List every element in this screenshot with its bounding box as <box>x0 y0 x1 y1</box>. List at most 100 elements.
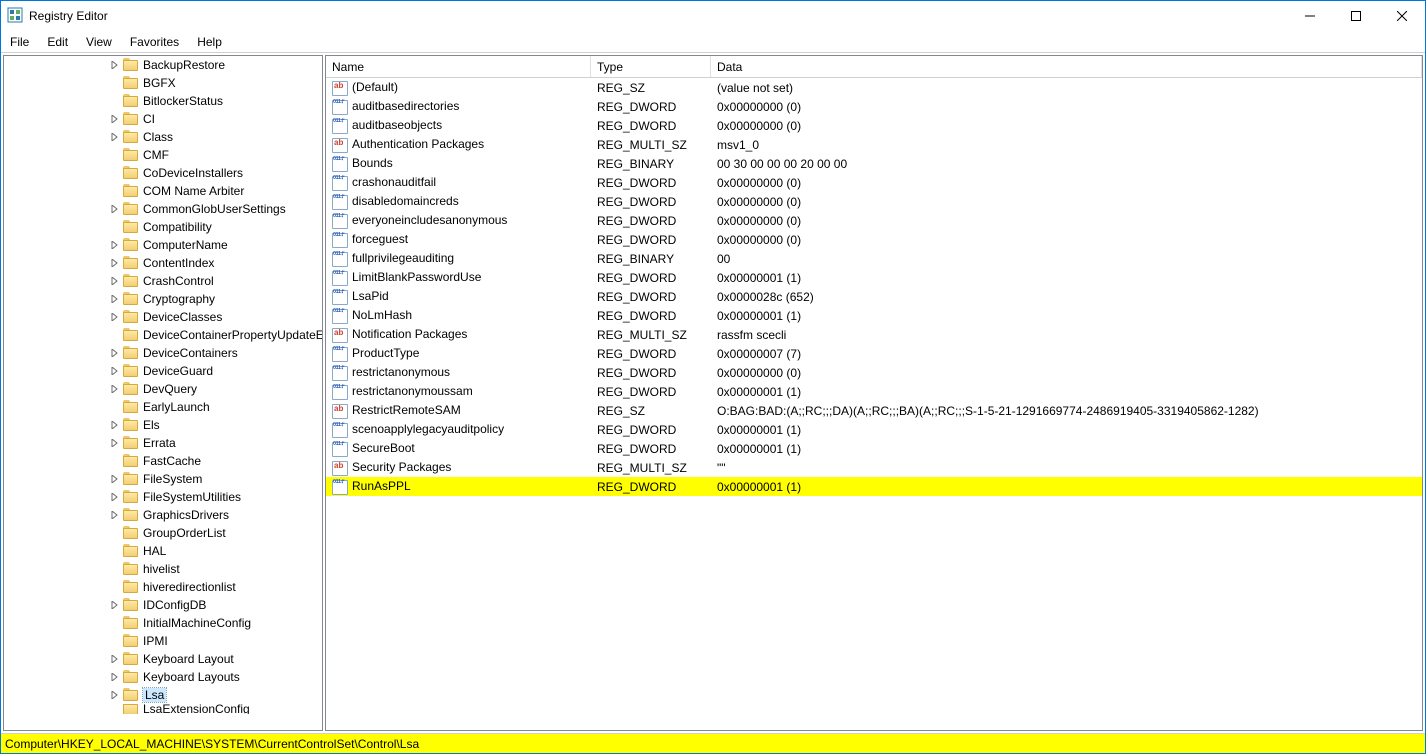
tree-item[interactable]: CMF <box>4 146 323 164</box>
expand-icon[interactable] <box>109 313 121 321</box>
list-row[interactable]: auditbaseobjectsREG_DWORD0x00000000 (0) <box>326 116 1422 135</box>
list-row[interactable]: Notification PackagesREG_MULTI_SZrassfm … <box>326 325 1422 344</box>
expand-icon[interactable] <box>109 115 121 123</box>
expand-icon[interactable] <box>109 421 121 429</box>
tree-item[interactable]: InitialMachineConfig <box>4 614 323 632</box>
column-header-name[interactable]: Name <box>326 56 591 77</box>
list-row[interactable]: LsaPidREG_DWORD0x0000028c (652) <box>326 287 1422 306</box>
tree-item[interactable]: DeviceClasses <box>4 308 323 326</box>
tree-item[interactable]: Lsa <box>4 686 323 704</box>
expand-icon[interactable] <box>109 655 121 663</box>
folder-icon <box>123 418 139 432</box>
tree-item[interactable]: HAL <box>4 542 323 560</box>
menu-help[interactable]: Help <box>188 33 231 51</box>
list-row[interactable]: Security PackagesREG_MULTI_SZ"" <box>326 458 1422 477</box>
expand-icon[interactable] <box>109 205 121 213</box>
list-row[interactable]: everyoneincludesanonymousREG_DWORD0x0000… <box>326 211 1422 230</box>
tree-item[interactable]: Keyboard Layout <box>4 650 323 668</box>
expand-icon[interactable] <box>109 241 121 249</box>
expand-icon[interactable] <box>109 259 121 267</box>
tree-item[interactable]: Errata <box>4 434 323 452</box>
expand-icon[interactable] <box>109 349 121 357</box>
expand-icon[interactable] <box>109 295 121 303</box>
tree-item[interactable]: LsaExtensionConfig <box>4 704 323 714</box>
maximize-button[interactable] <box>1333 1 1379 31</box>
list-row[interactable]: (Default)REG_SZ(value not set) <box>326 78 1422 97</box>
list-header[interactable]: Name Type Data <box>326 56 1422 78</box>
tree-item[interactable]: IPMI <box>4 632 323 650</box>
expand-icon[interactable] <box>109 691 121 699</box>
titlebar[interactable]: Registry Editor <box>1 1 1425 31</box>
list-row[interactable]: disabledomaincredsREG_DWORD0x00000000 (0… <box>326 192 1422 211</box>
list-row[interactable]: Authentication PackagesREG_MULTI_SZmsv1_… <box>326 135 1422 154</box>
list-row[interactable]: ProductTypeREG_DWORD0x00000007 (7) <box>326 344 1422 363</box>
value-data-cell: 00 30 00 00 00 20 00 00 <box>711 157 1422 171</box>
list-row[interactable]: LimitBlankPasswordUseREG_DWORD0x00000001… <box>326 268 1422 287</box>
binary-value-icon <box>332 213 348 229</box>
expand-icon[interactable] <box>109 61 121 69</box>
list-row[interactable]: RunAsPPLREG_DWORD0x00000001 (1) <box>326 477 1422 496</box>
tree-item[interactable]: DeviceGuard <box>4 362 323 380</box>
list-row[interactable]: scenoapplylegacyauditpolicyREG_DWORD0x00… <box>326 420 1422 439</box>
tree-item[interactable]: hivelist <box>4 560 323 578</box>
column-header-data[interactable]: Data <box>711 56 1422 77</box>
expand-icon[interactable] <box>109 439 121 447</box>
expand-icon[interactable] <box>109 511 121 519</box>
tree-item[interactable]: CoDeviceInstallers <box>4 164 323 182</box>
list-pane[interactable]: Name Type Data (Default)REG_SZ(value not… <box>325 55 1423 731</box>
tree-item[interactable]: Class <box>4 128 323 146</box>
tree-item[interactable]: GraphicsDrivers <box>4 506 323 524</box>
tree-item[interactable]: Cryptography <box>4 290 323 308</box>
tree-item[interactable]: BGFX <box>4 74 323 92</box>
tree-item[interactable]: GroupOrderList <box>4 524 323 542</box>
list-row[interactable]: SecureBootREG_DWORD0x00000001 (1) <box>326 439 1422 458</box>
minimize-button[interactable] <box>1287 1 1333 31</box>
tree-item[interactable]: BitlockerStatus <box>4 92 323 110</box>
tree-item[interactable]: FastCache <box>4 452 323 470</box>
list-row[interactable]: RestrictRemoteSAMREG_SZO:BAG:BAD:(A;;RC;… <box>326 401 1422 420</box>
tree-item[interactable]: CI <box>4 110 323 128</box>
menu-edit[interactable]: Edit <box>38 33 77 51</box>
tree-item[interactable]: ContentIndex <box>4 254 323 272</box>
tree-item[interactable]: DevQuery <box>4 380 323 398</box>
menu-favorites[interactable]: Favorites <box>121 33 188 51</box>
tree-item[interactable]: Keyboard Layouts <box>4 668 323 686</box>
list-row[interactable]: fullprivilegeauditingREG_BINARY00 <box>326 249 1422 268</box>
tree-item[interactable]: Els <box>4 416 323 434</box>
expand-icon[interactable] <box>109 475 121 483</box>
list-row[interactable]: restrictanonymousREG_DWORD0x00000000 (0) <box>326 363 1422 382</box>
tree-item[interactable]: CommonGlobUserSettings <box>4 200 323 218</box>
tree-item[interactable]: COM Name Arbiter <box>4 182 323 200</box>
column-header-type[interactable]: Type <box>591 56 711 77</box>
list-row[interactable]: forceguestREG_DWORD0x00000000 (0) <box>326 230 1422 249</box>
tree-item[interactable]: Compatibility <box>4 218 323 236</box>
expand-icon[interactable] <box>109 385 121 393</box>
menu-file[interactable]: File <box>1 33 38 51</box>
tree-item[interactable]: EarlyLaunch <box>4 398 323 416</box>
expand-icon[interactable] <box>109 493 121 501</box>
tree-item[interactable]: CrashControl <box>4 272 323 290</box>
tree-item[interactable]: hiveredirectionlist <box>4 578 323 596</box>
tree-pane[interactable]: BackupRestoreBGFXBitlockerStatusCIClassC… <box>3 55 323 731</box>
tree-item[interactable]: BackupRestore <box>4 56 323 74</box>
tree-item[interactable]: FileSystemUtilities <box>4 488 323 506</box>
menu-view[interactable]: View <box>77 33 121 51</box>
tree-item-label: EarlyLaunch <box>143 400 210 414</box>
tree-item[interactable]: FileSystem <box>4 470 323 488</box>
tree-item[interactable]: IDConfigDB <box>4 596 323 614</box>
list-row[interactable]: restrictanonymoussamREG_DWORD0x00000001 … <box>326 382 1422 401</box>
list-row[interactable]: crashonauditfailREG_DWORD0x00000000 (0) <box>326 173 1422 192</box>
tree-item[interactable]: ComputerName <box>4 236 323 254</box>
expand-icon[interactable] <box>109 601 121 609</box>
tree-item-label: COM Name Arbiter <box>143 184 244 198</box>
list-row[interactable]: auditbasedirectoriesREG_DWORD0x00000000 … <box>326 97 1422 116</box>
list-row[interactable]: BoundsREG_BINARY00 30 00 00 00 20 00 00 <box>326 154 1422 173</box>
expand-icon[interactable] <box>109 673 121 681</box>
expand-icon[interactable] <box>109 133 121 141</box>
list-row[interactable]: NoLmHashREG_DWORD0x00000001 (1) <box>326 306 1422 325</box>
expand-icon[interactable] <box>109 367 121 375</box>
tree-item[interactable]: DeviceContainerPropertyUpdateEvents <box>4 326 323 344</box>
close-button[interactable] <box>1379 1 1425 31</box>
tree-item[interactable]: DeviceContainers <box>4 344 323 362</box>
expand-icon[interactable] <box>109 277 121 285</box>
